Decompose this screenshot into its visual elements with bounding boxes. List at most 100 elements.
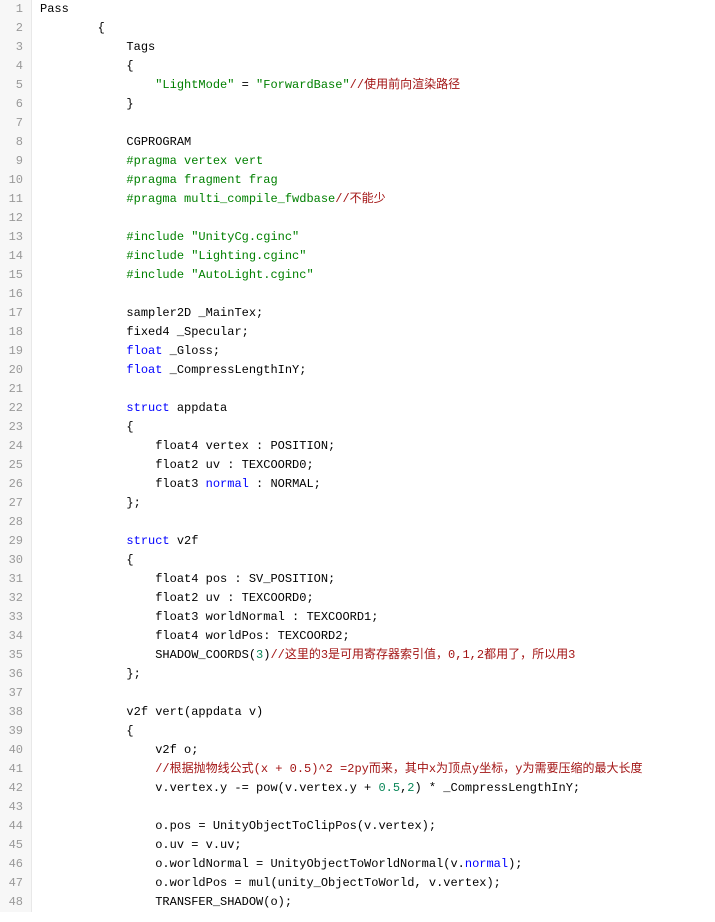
code-line[interactable]: float2 uv : TEXCOORD0; [40, 456, 642, 475]
code-line[interactable]: o.uv = v.uv; [40, 836, 642, 855]
line-number: 42 [4, 779, 23, 798]
code-line[interactable]: #include "AutoLight.cginc" [40, 266, 642, 285]
line-number: 14 [4, 247, 23, 266]
token: CGPROGRAM [126, 135, 191, 149]
token: struct [126, 401, 169, 415]
line-number: 11 [4, 190, 23, 209]
code-line[interactable]: { [40, 418, 642, 437]
line-number: 23 [4, 418, 23, 437]
code-line[interactable]: #pragma vertex vert [40, 152, 642, 171]
line-number: 29 [4, 532, 23, 551]
code-line[interactable]: CGPROGRAM [40, 133, 642, 152]
line-number: 6 [4, 95, 23, 114]
token: normal [206, 477, 249, 491]
code-line[interactable]: SHADOW_COORDS(3)//这里的3是可用寄存器索引值，0,1,2都用了… [40, 646, 642, 665]
code-line[interactable] [40, 209, 642, 228]
line-number: 16 [4, 285, 23, 304]
code-line[interactable]: TRANSFER_SHADOW(o); [40, 893, 642, 912]
line-number: 1 [4, 0, 23, 19]
code-line[interactable] [40, 513, 642, 532]
code-line[interactable]: { [40, 19, 642, 38]
code-line[interactable]: sampler2D _MainTex; [40, 304, 642, 323]
line-number: 25 [4, 456, 23, 475]
token: #include [126, 230, 191, 244]
token: } [126, 97, 133, 111]
code-line[interactable]: o.worldNormal = UnityObjectToWorldNormal… [40, 855, 642, 874]
token: #pragma fragment frag [126, 173, 277, 187]
code-line[interactable]: "LightMode" = "ForwardBase"//使用前向渲染路径 [40, 76, 642, 95]
code-line[interactable]: fixed4 _Specular; [40, 323, 642, 342]
code-line[interactable] [40, 114, 642, 133]
code-line[interactable]: float3 worldNormal : TEXCOORD1; [40, 608, 642, 627]
token: float4 pos : SV_POSITION; [155, 572, 335, 586]
line-number: 39 [4, 722, 23, 741]
line-number: 10 [4, 171, 23, 190]
token: }; [126, 496, 140, 510]
code-line[interactable]: { [40, 722, 642, 741]
token: Pass [40, 2, 69, 16]
code-line[interactable]: #include "UnityCg.cginc" [40, 228, 642, 247]
code-line[interactable]: float _CompressLengthInY; [40, 361, 642, 380]
token: _Gloss; [162, 344, 220, 358]
token: SHADOW_COORDS( [155, 648, 256, 662]
code-line[interactable]: //根据抛物线公式(x + 0.5)^2 =2py而来，其中x为顶点y坐标，y为… [40, 760, 642, 779]
code-line[interactable]: o.worldPos = mul(unity_ObjectToWorld, v.… [40, 874, 642, 893]
token: 0.5 [378, 781, 400, 795]
token: : NORMAL; [249, 477, 321, 491]
line-number: 44 [4, 817, 23, 836]
code-line[interactable]: float _Gloss; [40, 342, 642, 361]
token: { [126, 420, 133, 434]
code-line[interactable]: float4 vertex : POSITION; [40, 437, 642, 456]
token: { [126, 724, 133, 738]
line-number: 12 [4, 209, 23, 228]
code-line[interactable]: float4 pos : SV_POSITION; [40, 570, 642, 589]
code-line[interactable]: Pass [40, 0, 642, 19]
code-line[interactable]: }; [40, 494, 642, 513]
token: //使用前向渲染路径 [350, 78, 460, 92]
token: v2f [170, 534, 199, 548]
token: "UnityCg.cginc" [191, 230, 299, 244]
code-line[interactable]: #pragma fragment frag [40, 171, 642, 190]
line-number: 21 [4, 380, 23, 399]
token: = [234, 78, 256, 92]
code-line[interactable]: } [40, 95, 642, 114]
token: v2f vert(appdata v) [126, 705, 263, 719]
code-line[interactable]: o.pos = UnityObjectToClipPos(v.vertex); [40, 817, 642, 836]
code-line[interactable] [40, 380, 642, 399]
token: { [126, 59, 133, 73]
code-line[interactable]: #include "Lighting.cginc" [40, 247, 642, 266]
line-number: 34 [4, 627, 23, 646]
token: #include [126, 249, 191, 263]
line-number: 28 [4, 513, 23, 532]
line-number: 35 [4, 646, 23, 665]
code-line[interactable]: Tags [40, 38, 642, 57]
code-line[interactable]: float2 uv : TEXCOORD0; [40, 589, 642, 608]
code-line[interactable]: { [40, 551, 642, 570]
code-line[interactable] [40, 798, 642, 817]
code-line[interactable]: struct v2f [40, 532, 642, 551]
line-number: 46 [4, 855, 23, 874]
token: appdata [170, 401, 228, 415]
code-line[interactable]: v.vertex.y -= pow(v.vertex.y + 0.5,2) * … [40, 779, 642, 798]
code-line[interactable]: float4 worldPos: TEXCOORD2; [40, 627, 642, 646]
token: _CompressLengthInY; [162, 363, 306, 377]
token: //这里的3是可用寄存器索引值，0,1,2都用了，所以用3 [270, 648, 575, 662]
code-line[interactable]: struct appdata [40, 399, 642, 418]
code-line[interactable]: #pragma multi_compile_fwdbase//不能少 [40, 190, 642, 209]
token: ); [508, 857, 522, 871]
code-line[interactable] [40, 684, 642, 703]
token: float3 [155, 477, 205, 491]
line-number: 37 [4, 684, 23, 703]
code-line[interactable]: { [40, 57, 642, 76]
code-line[interactable]: v2f vert(appdata v) [40, 703, 642, 722]
code-line[interactable]: }; [40, 665, 642, 684]
line-number: 45 [4, 836, 23, 855]
code-line[interactable]: v2f o; [40, 741, 642, 760]
line-number: 48 [4, 893, 23, 912]
line-number: 19 [4, 342, 23, 361]
token: sampler2D _MainTex; [126, 306, 263, 320]
code-line[interactable]: float3 normal : NORMAL; [40, 475, 642, 494]
code-editor-content[interactable]: Pass { Tags { "LightMode" = "ForwardBase… [32, 0, 642, 912]
code-line[interactable] [40, 285, 642, 304]
token: #pragma multi_compile_fwdbase [126, 192, 335, 206]
